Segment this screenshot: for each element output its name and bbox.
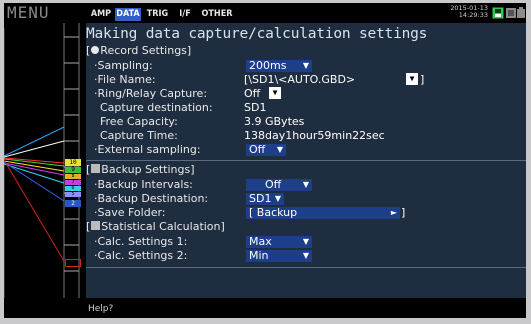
record-dot-icon bbox=[91, 46, 100, 54]
external-sampling-label: ·External sampling: bbox=[94, 143, 201, 156]
power-status-icon bbox=[517, 7, 525, 18]
tab-if[interactable]: I/F bbox=[174, 8, 196, 21]
chevron-down-icon: ▼ bbox=[302, 251, 309, 260]
backup-intervals-label: ·Backup Intervals: bbox=[94, 178, 193, 191]
free-capacity-value: 3.9 GBytes bbox=[244, 115, 305, 128]
capture-destination-label: Capture destination: bbox=[100, 101, 213, 114]
capture-time-value: 138day1hour59min22sec bbox=[244, 129, 385, 142]
sampling-value: 200ms bbox=[249, 59, 287, 72]
help-bar: Help? bbox=[86, 300, 526, 318]
chevron-down-icon: ▼ bbox=[274, 194, 281, 203]
heading-bracket: [ bbox=[86, 163, 91, 176]
tab-other[interactable]: OTHER bbox=[200, 8, 234, 21]
top-bar: MENU AMP DATA TRIG I/F OTHER 2015-01-13 … bbox=[4, 3, 526, 23]
logger-screen: MENU AMP DATA TRIG I/F OTHER 2015-01-13 … bbox=[4, 3, 526, 318]
chevron-down-icon: ▼ bbox=[302, 180, 309, 189]
section-divider bbox=[86, 160, 526, 161]
ring-relay-label: ·Ring/Relay Capture: bbox=[94, 87, 208, 100]
backup-intervals-dropdown[interactable]: Off ▼ bbox=[246, 179, 312, 191]
heading-bracket: [ bbox=[86, 44, 91, 57]
sampling-dropdown[interactable]: 200ms ▼ bbox=[246, 60, 312, 72]
tab-amp[interactable]: AMP bbox=[90, 8, 112, 21]
stats-icon bbox=[91, 221, 101, 230]
calc-settings-1-dropdown[interactable]: Max ▼ bbox=[246, 236, 312, 248]
calc-settings-2-label: ·Calc. Settings 2: bbox=[94, 249, 188, 262]
channel-marker: 5 bbox=[65, 192, 81, 197]
stats-heading: [ Statistical Calculation] bbox=[86, 220, 225, 234]
chevron-right-icon: ► bbox=[390, 208, 397, 217]
chevron-down-icon: ▼ bbox=[302, 237, 309, 246]
chevron-down-icon: ▼ bbox=[276, 145, 283, 154]
menu-label[interactable]: MENU bbox=[7, 3, 77, 23]
settings-panel: Making data capture/calculation settings… bbox=[86, 23, 526, 298]
calc-settings-2-dropdown[interactable]: Min ▼ bbox=[246, 250, 312, 262]
calc-settings-1-value: Max bbox=[249, 235, 272, 248]
tab-data[interactable]: DATA bbox=[115, 8, 141, 21]
channel-marker: 10 bbox=[65, 159, 81, 166]
save-folder-label: ·Save Folder: bbox=[94, 206, 166, 219]
channel-marker: 2 bbox=[65, 200, 81, 207]
file-name-close: ] bbox=[420, 73, 425, 86]
tab-trig[interactable]: TRIG bbox=[144, 8, 171, 21]
help-text: Help? bbox=[88, 304, 114, 314]
file-name-dropdown-icon[interactable]: ▼ bbox=[406, 73, 418, 85]
backup-settings-heading: [ Backup Settings] bbox=[86, 163, 195, 177]
time-text: 14:29:33 bbox=[458, 11, 488, 19]
file-name-label: ·File Name: bbox=[94, 73, 156, 86]
record-settings-heading: [ Record Settings] bbox=[86, 44, 191, 58]
capture-time-label: Capture Time: bbox=[100, 129, 178, 142]
datetime-display: 2015-01-13 14:29:33 bbox=[440, 5, 488, 19]
record-settings-heading-text: Record Settings] bbox=[100, 44, 192, 57]
backup-destination-label: ·Backup Destination: bbox=[94, 192, 209, 205]
sampling-label: ·Sampling: bbox=[94, 59, 153, 72]
save-folder-value: [ Backup bbox=[249, 206, 298, 219]
backup-destination-dropdown[interactable]: SD1 ▼ bbox=[246, 193, 284, 205]
save-status-icon bbox=[492, 7, 504, 19]
section-divider bbox=[86, 267, 526, 268]
backup-intervals-value: Off bbox=[265, 178, 282, 191]
ring-relay-dropdown-icon[interactable]: ▼ bbox=[269, 87, 281, 99]
save-folder-field[interactable]: [ Backup ► bbox=[246, 207, 400, 219]
chevron-down-icon: ▼ bbox=[302, 61, 309, 70]
free-capacity-label: Free Capacity: bbox=[100, 115, 178, 128]
channel-marker-outline bbox=[65, 259, 81, 267]
stats-heading-text: Statistical Calculation] bbox=[101, 220, 225, 233]
backup-destination-value: SD1 bbox=[249, 192, 272, 205]
save-folder-close: ] bbox=[401, 206, 406, 219]
ring-relay-value[interactable]: Off bbox=[244, 87, 260, 100]
calc-settings-1-label: ·Calc. Settings 1: bbox=[94, 235, 188, 248]
capture-destination-value: SD1 bbox=[244, 101, 267, 114]
backup-settings-heading-text: Backup Settings] bbox=[101, 163, 195, 176]
external-sampling-dropdown[interactable]: Off ▼ bbox=[246, 144, 286, 156]
external-sampling-value: Off bbox=[249, 143, 266, 156]
page-title: Making data capture/calculation settings bbox=[86, 26, 428, 42]
file-name-value[interactable]: [\SD1\<AUTO.GBD> bbox=[244, 73, 355, 86]
calc-settings-2-value: Min bbox=[249, 249, 269, 262]
backup-icon bbox=[91, 164, 101, 173]
heading-bracket: [ bbox=[86, 220, 91, 233]
